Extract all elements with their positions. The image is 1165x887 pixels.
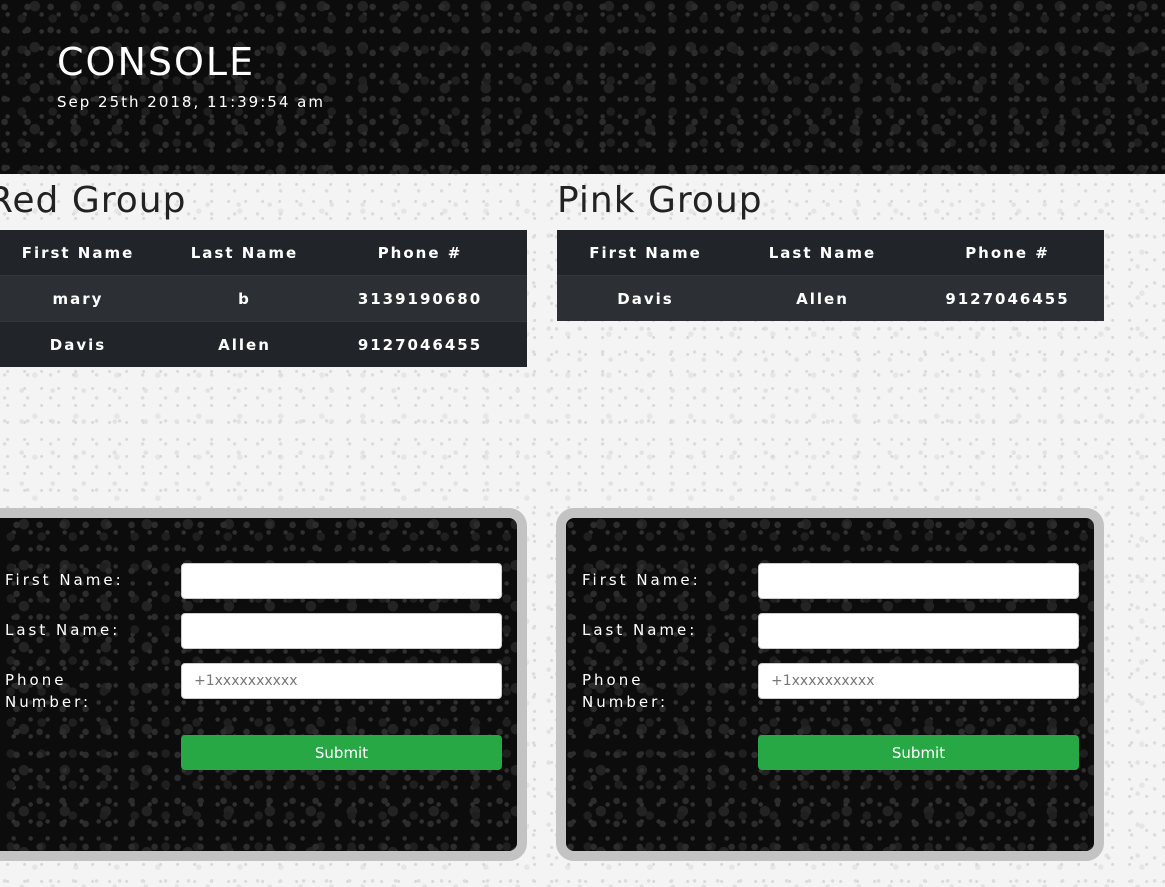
red-group-form-card: First Name: Last Name: Phone Number: Sub… <box>0 508 527 861</box>
phone-label-line2: Number: <box>582 693 669 711</box>
timestamp: Sep 25th 2018, 11:39:54 am <box>57 93 325 111</box>
first-name-label: First Name: <box>582 571 701 589</box>
pink-group-form-card: First Name: Last Name: Phone Number: Sub… <box>556 508 1104 861</box>
last-name-input[interactable] <box>181 613 502 649</box>
page-title: CONSOLE <box>57 40 256 84</box>
table-row: mary b 3139190680 <box>0 275 527 322</box>
pink-group-form: First Name: Last Name: Phone Number: Sub… <box>566 518 1094 851</box>
cell-phone: 9127046455 <box>357 335 483 354</box>
cell-first-name: mary <box>52 289 104 308</box>
phone-label: Phone Number: <box>5 669 91 713</box>
cell-first-name: Davis <box>49 335 107 354</box>
table-row: Davis Allen 9127046455 <box>0 321 527 367</box>
first-name-label: First Name: <box>5 571 124 589</box>
group-title-pink: Pink Group <box>557 180 763 221</box>
table-header-row: First Name Last Name Phone # <box>557 230 1104 276</box>
table-header-row: First Name Last Name Phone # <box>0 230 527 276</box>
table-row: Davis Allen 9127046455 <box>557 275 1104 321</box>
phone-label-line1: Phone <box>582 671 644 689</box>
first-name-input[interactable] <box>758 563 1079 599</box>
cell-phone: 3139190680 <box>357 289 483 308</box>
page-header: CONSOLE Sep 25th 2018, 11:39:54 am <box>0 0 1165 174</box>
column-header-phone: Phone # <box>965 243 1050 262</box>
phone-label-line1: Phone <box>5 671 67 689</box>
column-header-last-name: Last Name <box>768 243 877 262</box>
phone-input[interactable] <box>758 663 1079 699</box>
phone-label-line2: Number: <box>5 693 92 711</box>
group-title-red: Red Group <box>0 180 187 221</box>
cell-phone: 9127046455 <box>945 289 1070 308</box>
column-header-phone: Phone # <box>377 243 463 262</box>
cell-last-name: Allen <box>796 289 849 308</box>
cell-first-name: Davis <box>617 289 674 308</box>
column-header-last-name: Last Name <box>190 243 299 262</box>
column-header-first-name: First Name <box>21 243 135 262</box>
submit-button[interactable]: Submit <box>181 735 502 770</box>
column-header-first-name: First Name <box>589 243 702 262</box>
cell-last-name: b <box>238 289 251 308</box>
phone-label: Phone Number: <box>582 669 668 713</box>
first-name-input[interactable] <box>181 563 502 599</box>
pink-group-table: First Name Last Name Phone # Davis Allen… <box>557 230 1104 321</box>
last-name-label: Last Name: <box>5 621 121 639</box>
last-name-label: Last Name: <box>582 621 698 639</box>
submit-button[interactable]: Submit <box>758 735 1079 770</box>
phone-input[interactable] <box>181 663 502 699</box>
red-group-form: First Name: Last Name: Phone Number: Sub… <box>0 518 517 851</box>
red-group-table: First Name Last Name Phone # mary b 3139… <box>0 230 527 367</box>
last-name-input[interactable] <box>758 613 1079 649</box>
cell-last-name: Allen <box>218 335 271 354</box>
